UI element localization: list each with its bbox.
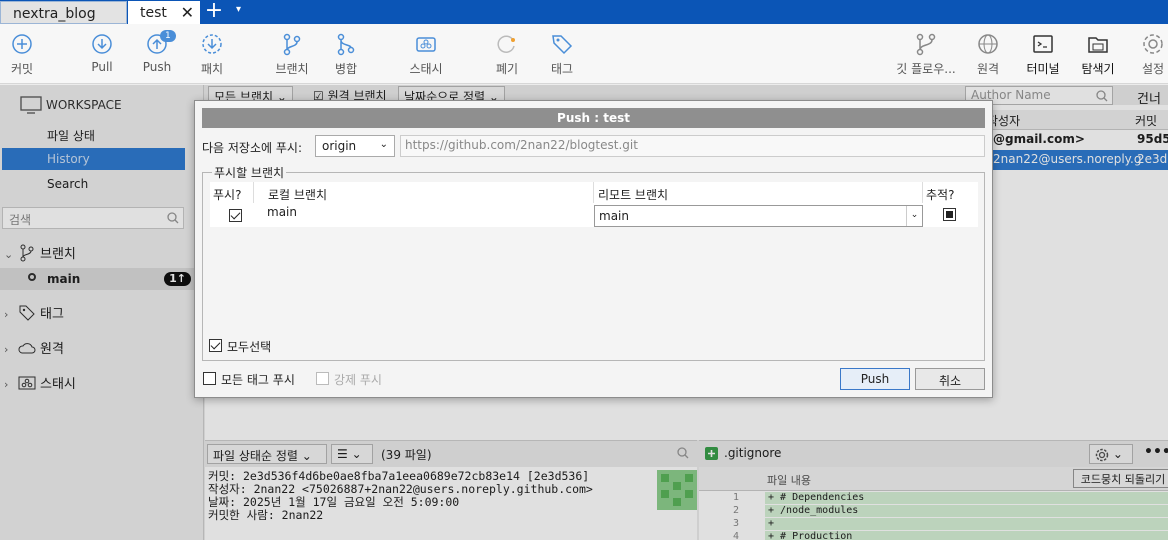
- push-dialog: Push : test 다음 저장소에 푸시: origin ⌄ https://…: [194, 100, 993, 398]
- select-all-label: 모두선택: [227, 340, 272, 354]
- settings-label: 설정: [1141, 62, 1165, 76]
- remote-label: 원격: [976, 62, 1000, 76]
- pull-icon: [92, 34, 112, 54]
- push-confirm-button[interactable]: Push: [840, 368, 910, 390]
- branch-table-row: main main ⌄: [210, 203, 978, 227]
- gear-icon: [1143, 34, 1163, 54]
- track-checkbox[interactable]: [943, 208, 956, 221]
- add-tab-button[interactable]: +: [203, 0, 225, 22]
- push-button[interactable]: 1 Push: [132, 30, 182, 74]
- chevron-down-icon: ⌄: [379, 139, 388, 150]
- commit-label: 커밋: [10, 62, 34, 76]
- discard-label: 폐기: [495, 62, 519, 76]
- select-all-checkbox[interactable]: [209, 339, 222, 352]
- terminal-label: 터미널: [1026, 62, 1060, 76]
- tag-button[interactable]: 태그: [537, 32, 587, 77]
- remote-select[interactable]: origin ⌄: [315, 135, 395, 157]
- stash-icon: [416, 37, 436, 52]
- stash-button[interactable]: 스태시: [401, 32, 451, 77]
- push-branch-checkbox[interactable]: [229, 209, 242, 222]
- fetch-label: 패치: [200, 62, 224, 76]
- remote-button[interactable]: 원격: [963, 32, 1013, 77]
- branch-label: 브랜치: [275, 62, 309, 76]
- chevron-down-icon: ⌄: [906, 206, 922, 226]
- remote-branch-value: main: [599, 209, 629, 223]
- pull-label: Pull: [91, 60, 113, 74]
- close-icon[interactable]: ✕: [181, 3, 194, 22]
- settings-button[interactable]: 설정: [1128, 32, 1168, 77]
- col-push: 푸시?: [213, 188, 242, 202]
- push-count-badge: 1: [160, 30, 176, 42]
- terminal-icon: [1033, 35, 1053, 53]
- col-remote-branch: 리모트 브랜치: [598, 188, 669, 202]
- stash-label: 스태시: [409, 62, 443, 76]
- push-label: Push: [142, 60, 172, 74]
- fetch-button[interactable]: 패치: [187, 32, 237, 77]
- explorer-label: 탐색기: [1081, 62, 1115, 76]
- force-push-checkbox[interactable]: [316, 372, 329, 385]
- remote-value: origin: [322, 139, 357, 153]
- pull-button[interactable]: Pull: [77, 32, 127, 74]
- branches-legend: 푸시할 브랜치: [212, 164, 287, 181]
- branch-icon: [283, 33, 301, 56]
- globe-icon: [978, 34, 998, 54]
- remote-url-value: https://github.com/2nan22/blogtest.git: [405, 138, 638, 152]
- discard-button[interactable]: 폐기: [482, 32, 532, 77]
- tab-bar: nextra_blog test ✕ + ▾: [0, 0, 1168, 24]
- force-push-label: 강제 푸시: [334, 373, 382, 387]
- gitflow-icon: [916, 33, 936, 56]
- merge-button[interactable]: 병합: [321, 32, 371, 77]
- discard-icon: [497, 35, 515, 53]
- merge-icon: [337, 33, 355, 56]
- push-to-label: 다음 저장소에 푸시:: [202, 141, 302, 155]
- toolbar: 커밋 Pull 1 Push 패치 브랜치 병합 스태시 폐기 태그 깃 플로우…: [0, 24, 1168, 84]
- gitflow-button[interactable]: 깃 플로우...: [893, 32, 959, 77]
- commit-icon: [12, 34, 32, 54]
- merge-label: 병합: [334, 62, 358, 76]
- fetch-icon: [202, 34, 222, 54]
- push-all-tags-label: 모든 태그 푸시: [221, 373, 295, 387]
- cancel-button[interactable]: 취소: [915, 368, 985, 390]
- terminal-button[interactable]: 터미널: [1018, 32, 1068, 77]
- commit-button[interactable]: 커밋: [0, 32, 47, 77]
- tab-test[interactable]: test ✕: [128, 1, 200, 24]
- folder-icon: [1088, 37, 1108, 53]
- col-local-branch: 로컬 브랜치: [268, 188, 328, 202]
- tab-nextra-blog[interactable]: nextra_blog: [0, 1, 127, 24]
- tab-label: nextra_blog: [13, 6, 96, 22]
- explorer-button[interactable]: 탐색기: [1073, 32, 1123, 77]
- dialog-title: Push : test: [202, 108, 985, 128]
- col-track: 추적?: [926, 188, 955, 202]
- branch-button[interactable]: 브랜치: [267, 32, 317, 77]
- tag-label: 태그: [550, 62, 574, 76]
- tab-label: test: [140, 5, 167, 21]
- push-all-tags-checkbox[interactable]: [203, 372, 216, 385]
- branches-group-box: 푸시? 로컬 브랜치 리모트 브랜치 추적? main main ⌄ 모두선택: [202, 172, 985, 361]
- local-branch-name: main: [267, 205, 297, 219]
- branch-table-header: 푸시? 로컬 브랜치 리모트 브랜치 추적?: [210, 182, 978, 203]
- tag-icon: [552, 35, 573, 55]
- remote-branch-select[interactable]: main ⌄: [594, 205, 923, 227]
- tab-menu-button[interactable]: ▾: [236, 4, 241, 15]
- gitflow-label: 깃 플로우...: [896, 62, 956, 76]
- remote-url-field[interactable]: https://github.com/2nan22/blogtest.git: [400, 135, 985, 157]
